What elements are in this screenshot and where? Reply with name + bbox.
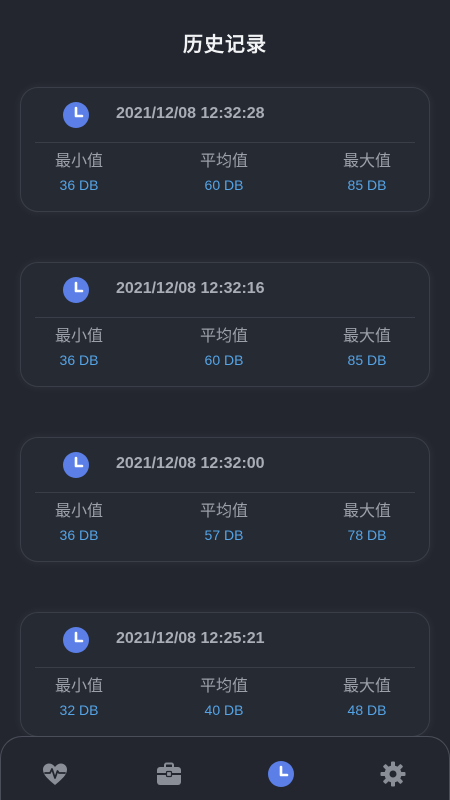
stat-avg: 平均值 57 DB (164, 500, 284, 544)
stat-min-value: 32 DB (59, 702, 99, 718)
record-timestamp: 2021/12/08 12:32:16 (116, 280, 265, 297)
bottom-tab-bar (0, 736, 450, 800)
history-record-card[interactable]: 2021/12/08 12:32:00 最小值 36 DB 平均值 57 DB … (20, 437, 430, 562)
record-header: 2021/12/08 12:25:21 (21, 613, 429, 667)
stat-avg-value: 60 DB (204, 177, 244, 193)
stat-max: 最大值 85 DB (307, 325, 427, 369)
stat-avg: 平均值 60 DB (164, 150, 284, 194)
clock-icon (268, 761, 294, 787)
history-record-card[interactable]: 2021/12/08 12:25:21 最小值 32 DB 平均值 40 DB … (20, 612, 430, 737)
history-record-card[interactable]: 2021/12/08 12:32:16 最小值 36 DB 平均值 60 DB … (20, 262, 430, 387)
record-header: 2021/12/08 12:32:00 (21, 438, 429, 492)
stat-avg-value: 60 DB (204, 352, 244, 368)
stat-min-label: 最小值 (54, 326, 103, 345)
divider (35, 667, 415, 668)
stat-max-label: 最大值 (342, 501, 391, 520)
clock-icon (63, 102, 89, 128)
stat-avg-label: 平均值 (199, 676, 248, 695)
stat-max-label: 最大值 (342, 326, 391, 345)
divider (35, 142, 415, 143)
record-timestamp: 2021/12/08 12:32:00 (116, 455, 265, 472)
stat-avg-label: 平均值 (199, 326, 248, 345)
stat-max-value: 48 DB (347, 702, 387, 718)
clock-icon (63, 277, 89, 303)
stat-max-label: 最大值 (342, 676, 391, 695)
toolbox-icon (157, 762, 181, 785)
stat-avg-value: 40 DB (204, 702, 244, 718)
divider (35, 317, 415, 318)
clock-icon (63, 627, 89, 653)
stat-min-value: 36 DB (59, 352, 99, 368)
divider (35, 492, 415, 493)
stat-max-value: 85 DB (347, 352, 387, 368)
tab-history[interactable] (266, 759, 296, 789)
stat-min: 最小值 36 DB (19, 325, 139, 369)
heart-pulse-icon (43, 763, 67, 785)
stat-min-value: 36 DB (59, 527, 99, 543)
stat-max: 最大值 85 DB (307, 150, 427, 194)
stat-min-label: 最小值 (54, 676, 103, 695)
stat-avg-value: 57 DB (204, 527, 244, 543)
stat-max: 最大值 78 DB (307, 500, 427, 544)
stat-min-label: 最小值 (54, 151, 103, 170)
record-header: 2021/12/08 12:32:28 (21, 88, 429, 142)
stat-min-label: 最小值 (54, 501, 103, 520)
stat-avg-label: 平均值 (199, 501, 248, 520)
stat-avg: 平均值 60 DB (164, 325, 284, 369)
stat-min: 最小值 36 DB (19, 500, 139, 544)
stat-min-value: 36 DB (59, 177, 99, 193)
record-timestamp: 2021/12/08 12:25:21 (116, 630, 265, 647)
stat-min: 最小值 36 DB (19, 150, 139, 194)
record-timestamp: 2021/12/08 12:32:28 (116, 105, 265, 122)
stat-max-value: 78 DB (347, 527, 387, 543)
page-title: 历史记录 (183, 32, 267, 56)
stat-max-label: 最大值 (342, 151, 391, 170)
stat-avg: 平均值 40 DB (164, 675, 284, 719)
stat-min: 最小值 32 DB (19, 675, 139, 719)
clock-icon (63, 452, 89, 478)
history-screen: 历史记录 2021/12/08 12:32:28 最小值 36 DB 平均值 6… (0, 0, 450, 800)
history-record-card[interactable]: 2021/12/08 12:32:28 最小值 36 DB 平均值 60 DB … (20, 87, 430, 212)
tab-tools[interactable] (154, 759, 184, 789)
tab-monitor[interactable] (40, 759, 70, 789)
record-header: 2021/12/08 12:32:16 (21, 263, 429, 317)
stat-max: 最大值 48 DB (307, 675, 427, 719)
tab-settings[interactable] (378, 759, 408, 789)
gear-icon (380, 761, 406, 787)
stat-avg-label: 平均值 (199, 151, 248, 170)
stat-max-value: 85 DB (347, 177, 387, 193)
